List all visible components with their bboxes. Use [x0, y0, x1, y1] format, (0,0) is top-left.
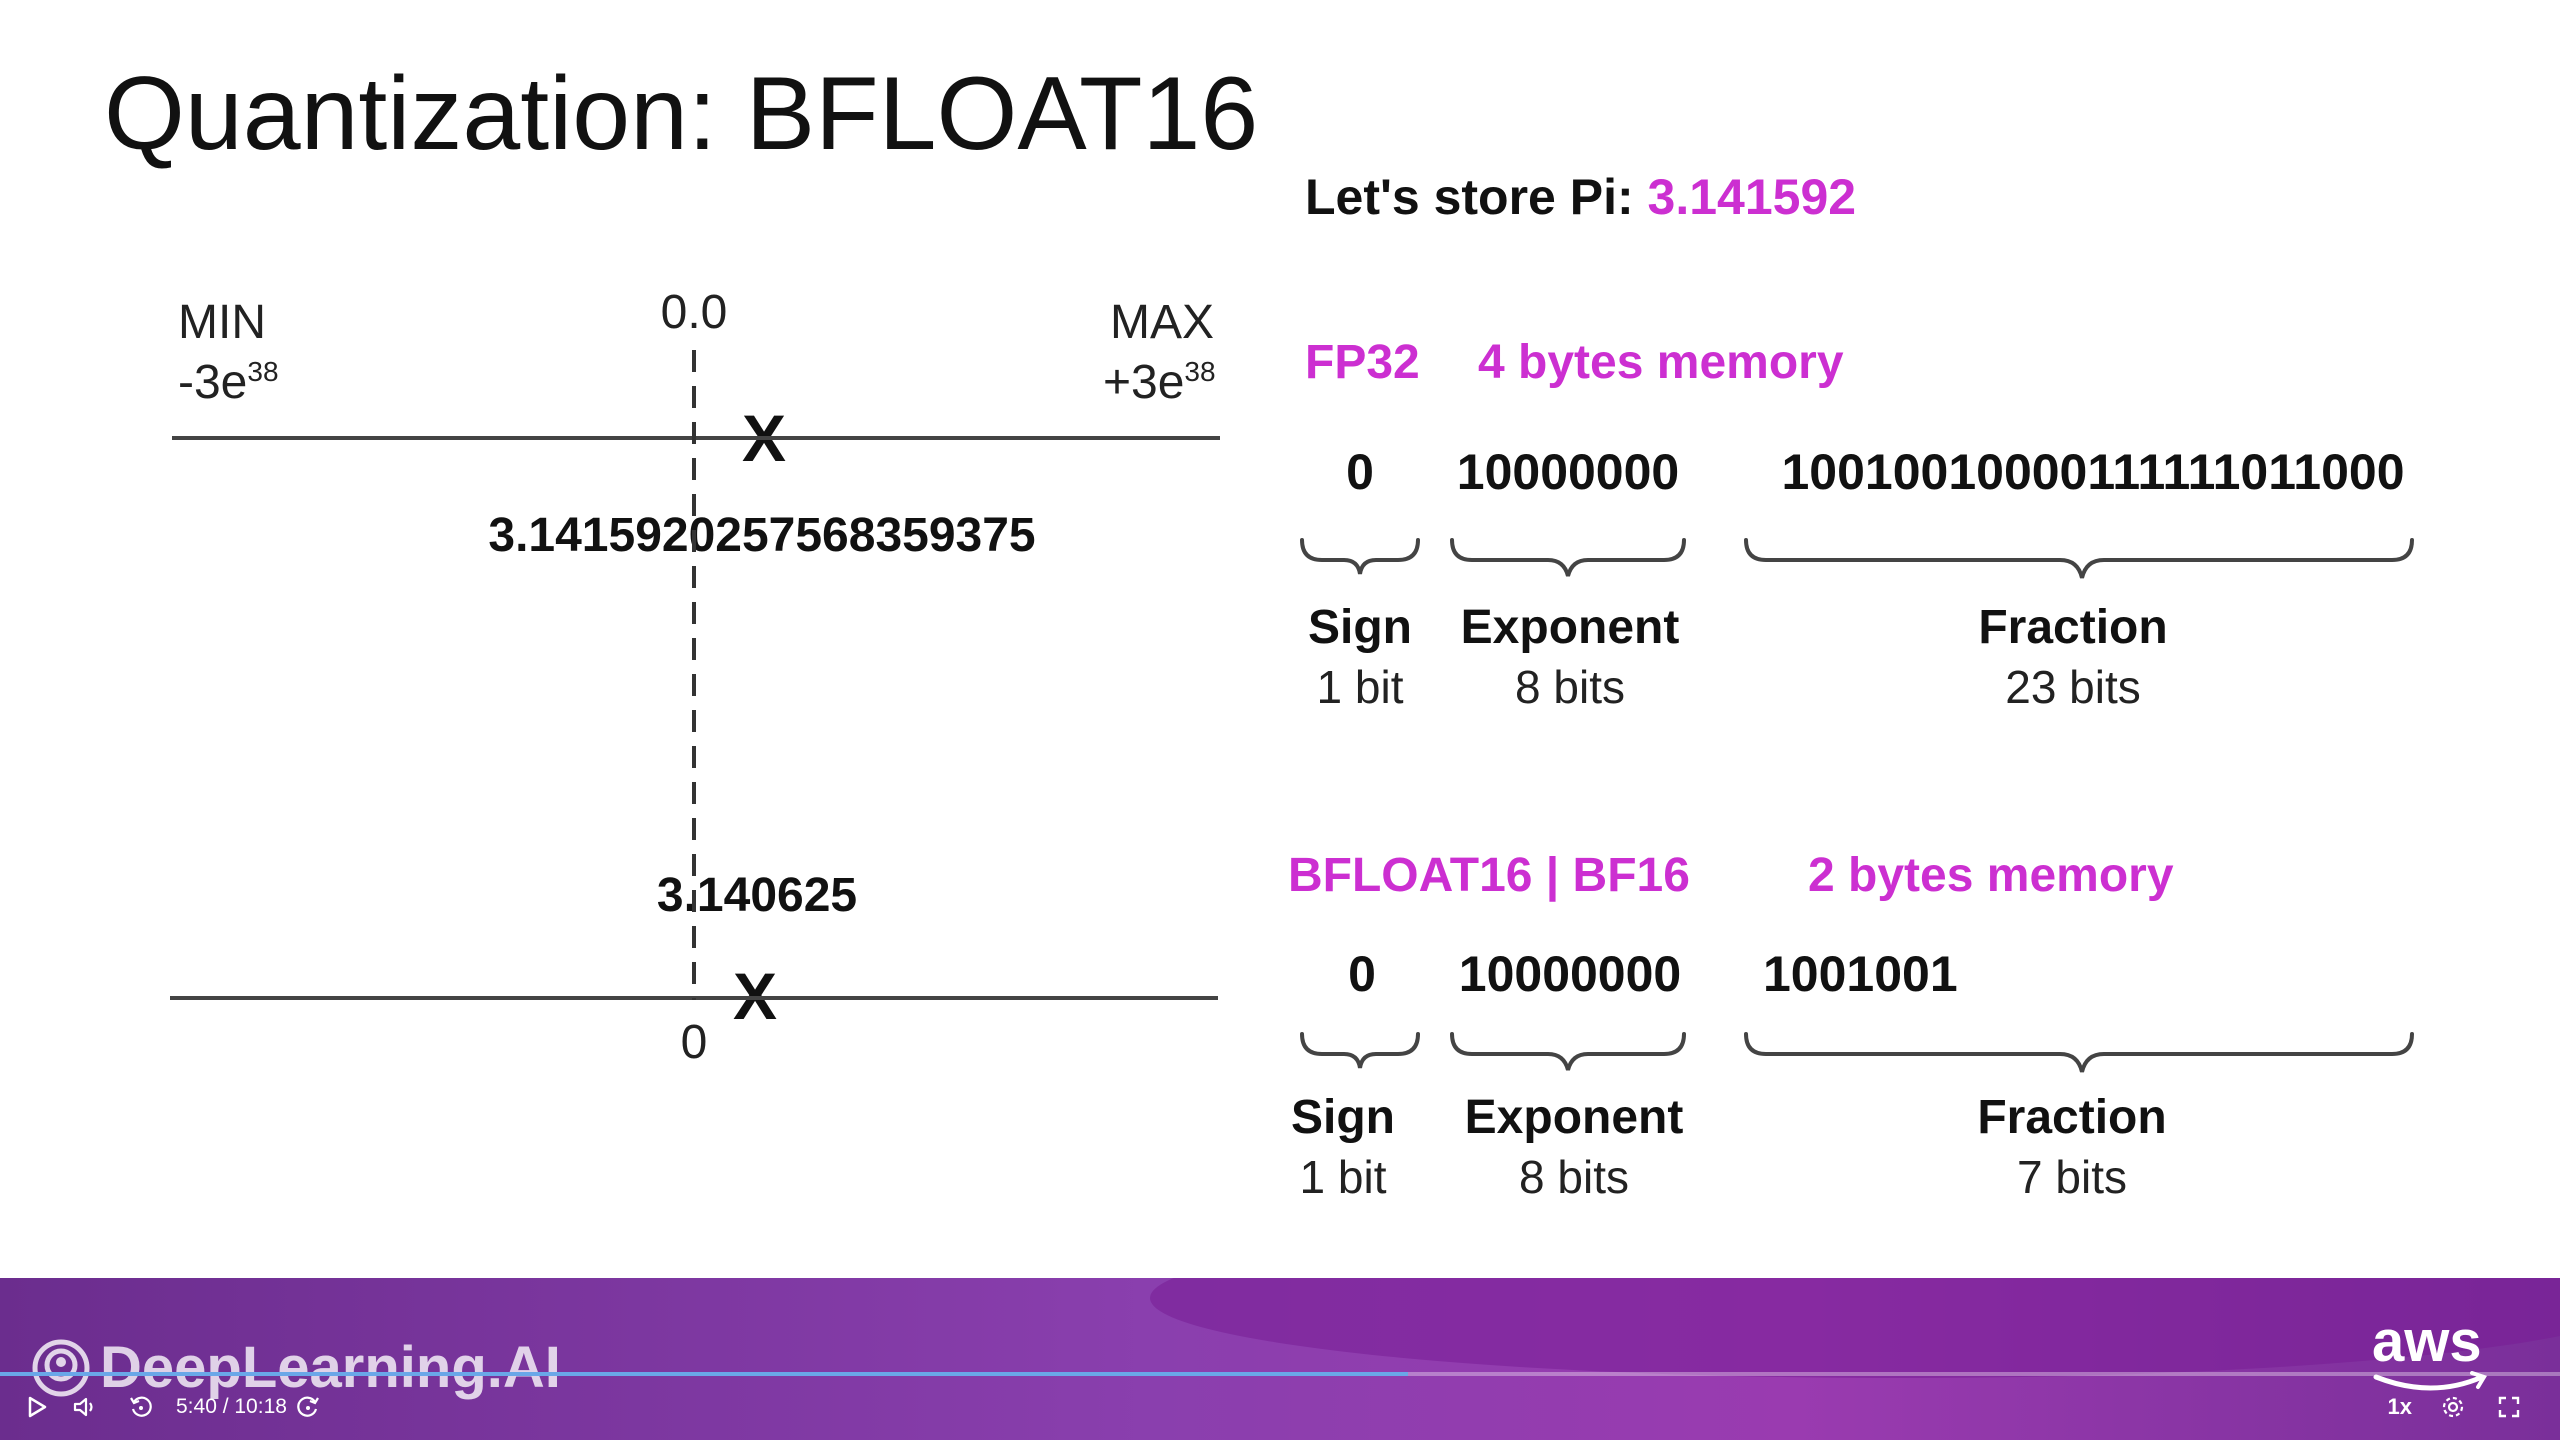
progress-bar[interactable]: [0, 1372, 2560, 1376]
progress-fill: [0, 1372, 1408, 1376]
forward-icon: [297, 1396, 319, 1417]
fp32-sign-brace: [1300, 538, 1420, 575]
aws-logo: aws: [2372, 1308, 2492, 1395]
fp32-fraction-brace: [1744, 538, 2414, 579]
rewind-icon: [130, 1396, 152, 1417]
slide: Quantization: BFLOAT16 Let's store Pi: 3…: [0, 0, 2560, 1278]
deeplearning-logo-text: DeepLearning.AI: [100, 1335, 561, 1400]
speed-button[interactable]: 1x: [2388, 1390, 2412, 1424]
deeplearning-logo-icon: [32, 1339, 90, 1396]
bf16-fraction-brace: [1744, 1032, 2414, 1073]
time-display: 5:40 / 10:18: [176, 1395, 287, 1418]
play-icon: [28, 1396, 47, 1418]
aws-logo-text: aws: [2372, 1309, 2482, 1374]
bf16-exponent-brace: [1450, 1032, 1686, 1071]
bf16-braces: [1300, 1032, 2414, 1073]
settings-button[interactable]: [2436, 1390, 2470, 1424]
volume-icon: [73, 1397, 93, 1417]
slide-graphics: [170, 350, 2414, 1073]
play-button[interactable]: [20, 1390, 54, 1424]
rewind-button[interactable]: [124, 1390, 158, 1424]
fullscreen-icon: [2498, 1396, 2520, 1418]
fullscreen-button[interactable]: [2492, 1390, 2526, 1424]
settings-icon: [2442, 1396, 2464, 1418]
fp32-braces: [1300, 538, 2414, 579]
volume-button[interactable]: [68, 1390, 102, 1424]
brand-swoosh: [1150, 1278, 2560, 1378]
forward-button[interactable]: [291, 1390, 325, 1424]
bf16-sign-brace: [1300, 1032, 1420, 1069]
brand-bar: DeepLearning.AI aws: [0, 1278, 2560, 1440]
fp32-exponent-brace: [1450, 538, 1686, 577]
